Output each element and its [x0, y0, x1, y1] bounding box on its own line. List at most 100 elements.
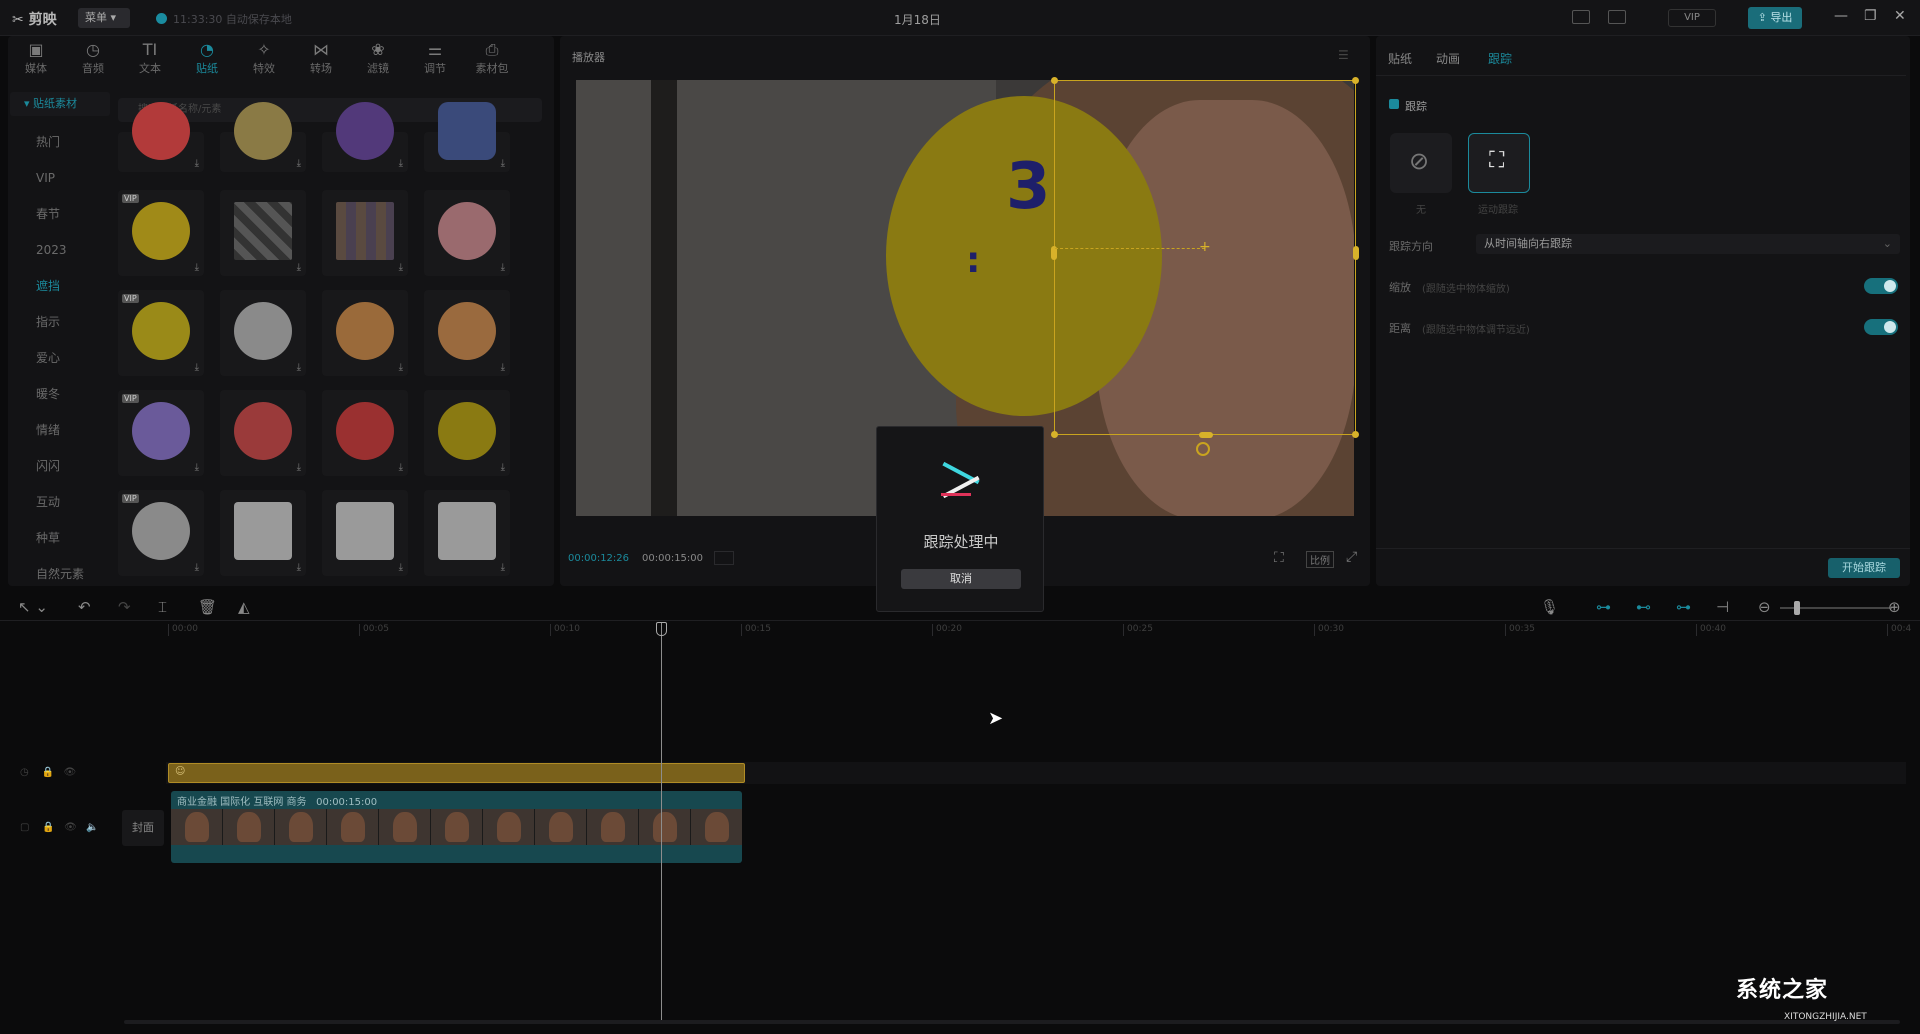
download-icon[interactable]: ⤓ [501, 462, 505, 473]
tab-media[interactable]: ▣ 媒体 [12, 40, 60, 76]
track-none-option[interactable]: ⊘ [1390, 133, 1452, 193]
tab-sticker-props[interactable]: 贴纸 [1388, 50, 1412, 67]
sticker-item[interactable]: ⤓ [118, 102, 204, 172]
track-clock-icon[interactable]: ◷ [20, 767, 29, 778]
download-icon[interactable]: ⤓ [501, 158, 505, 169]
sticker-item[interactable]: ⤓ [220, 190, 306, 276]
sticker-item[interactable]: ⤓ [220, 390, 306, 476]
resize-handle[interactable] [1051, 431, 1058, 438]
resize-handle[interactable] [1352, 77, 1359, 84]
download-icon[interactable]: ⤓ [297, 158, 301, 169]
start-tracking-button[interactable]: 开始跟踪 [1828, 558, 1900, 578]
tab-animation[interactable]: 动画 [1436, 50, 1460, 67]
distance-toggle[interactable] [1864, 319, 1898, 335]
scale-toggle[interactable] [1864, 278, 1898, 294]
download-icon[interactable]: ⤓ [501, 262, 505, 273]
track-motion-option[interactable]: ⛶ [1468, 133, 1530, 193]
resize-handle[interactable] [1199, 432, 1213, 438]
direction-select[interactable]: 从时间轴向右跟踪 ⌄ [1476, 234, 1900, 254]
download-icon[interactable]: ⤓ [195, 362, 199, 373]
mirror-icon[interactable]: ◭ [238, 598, 250, 616]
sticker-item[interactable]: ⤓ [424, 290, 510, 376]
microphone-icon[interactable]: 🎙 [1540, 598, 1559, 616]
category-item[interactable]: 闪闪 [10, 448, 110, 484]
sticker-item[interactable]: ⤓ [322, 390, 408, 476]
tab-tracking[interactable]: 跟踪 [1488, 50, 1512, 67]
category-item[interactable]: 指示 [10, 304, 110, 340]
select-tool-icon[interactable]: ↖ ⌄ [18, 598, 48, 616]
video-clip[interactable]: 商业金融 国际化 互联网 商务 00:00:15:00 [171, 791, 742, 863]
ratio-button[interactable]: 比例 [1306, 551, 1334, 568]
sticker-item[interactable]: ⤓ [220, 490, 306, 576]
timeline-scrollbar[interactable] [124, 1020, 1900, 1024]
tracking-box[interactable]: + [1051, 77, 1359, 438]
fit-screen-icon[interactable]: ⛶ [1274, 550, 1284, 566]
zoom-in-icon[interactable]: ⊕ [1888, 598, 1901, 616]
track-mute-icon[interactable]: 🔈 [86, 822, 98, 833]
tab-text[interactable]: TI 文本 [126, 40, 174, 76]
export-button[interactable]: ⇪ 导出 [1748, 7, 1802, 29]
category-item[interactable]: 2023 [10, 232, 110, 268]
fullscreen-icon[interactable]: ⤢ [1346, 549, 1357, 565]
playhead-handle[interactable] [656, 622, 667, 636]
download-icon[interactable]: ⤓ [399, 262, 403, 273]
sticker-item[interactable]: VIP ⤓ [118, 190, 204, 276]
track-lock-icon[interactable]: 🔒 [42, 822, 54, 833]
vip-badge[interactable]: VIP [1668, 9, 1716, 27]
sticker-item[interactable]: ⤓ [220, 102, 306, 172]
sticker-item[interactable]: ⤓ [322, 490, 408, 576]
category-item[interactable]: 暖冬 [10, 376, 110, 412]
sticker-clip[interactable]: ☺ [168, 763, 745, 783]
download-icon[interactable]: ⤓ [297, 562, 301, 573]
download-icon[interactable]: ⤓ [399, 158, 403, 169]
download-icon[interactable]: ⤓ [399, 462, 403, 473]
sticker-item[interactable]: ⤓ [322, 190, 408, 276]
download-icon[interactable]: ⤓ [195, 462, 199, 473]
shortcut-keyboard-icon[interactable] [1572, 10, 1590, 24]
sticker-item[interactable]: ⤓ [322, 102, 408, 172]
download-icon[interactable]: ⤓ [297, 262, 301, 273]
category-header[interactable]: ▾ 贴纸素材 [10, 92, 110, 116]
download-icon[interactable]: ⤓ [297, 362, 301, 373]
download-icon[interactable]: ⤓ [501, 562, 505, 573]
frame-grid-icon[interactable] [714, 551, 734, 565]
category-item[interactable]: 爱心 [10, 340, 110, 376]
download-icon[interactable]: ⤓ [297, 462, 301, 473]
sticker-item[interactable]: ⤓ [424, 102, 510, 172]
download-icon[interactable]: ⤓ [195, 158, 199, 169]
zoom-slider-thumb[interactable] [1794, 601, 1800, 615]
tab-audio[interactable]: ◷ 音频 [69, 40, 117, 76]
zoom-out-icon[interactable]: ⊖ [1758, 598, 1771, 616]
track-lock-icon[interactable]: 🔒 [41, 767, 53, 778]
download-icon[interactable]: ⤓ [195, 562, 199, 573]
tab-package[interactable]: ⎙ 素材包 [468, 40, 516, 76]
undo-icon[interactable]: ↶ [78, 598, 91, 616]
menu-button[interactable]: 菜单 ▾ [78, 8, 130, 28]
download-icon[interactable]: ⤓ [195, 262, 199, 273]
delete-icon[interactable]: 🗑 [198, 598, 217, 616]
close-icon[interactable]: ✕ [1894, 8, 1906, 24]
sticker-item[interactable]: ⤓ [424, 390, 510, 476]
sticker-item[interactable]: ⤓ [220, 290, 306, 376]
category-item[interactable]: 热门 [10, 124, 110, 160]
playhead[interactable] [661, 622, 662, 1020]
category-item[interactable]: VIP [10, 160, 110, 196]
tab-effects[interactable]: ✧ 特效 [240, 40, 288, 76]
tab-adjust[interactable]: ⚌ 调节 [411, 40, 459, 76]
link-icon[interactable]: ⊷ [1636, 598, 1651, 616]
download-icon[interactable]: ⤓ [399, 362, 403, 373]
sticker-item[interactable]: VIP ⤓ [118, 490, 204, 576]
sticker-item[interactable]: VIP ⤓ [118, 290, 204, 376]
download-icon[interactable]: ⤓ [399, 562, 403, 573]
rotate-handle-icon[interactable] [1196, 442, 1210, 456]
category-item[interactable]: 互动 [10, 484, 110, 520]
tracking-checkbox[interactable] [1389, 99, 1399, 109]
track-box-icon[interactable]: ▢ [20, 822, 29, 833]
resize-handle[interactable] [1353, 246, 1359, 260]
split-icon[interactable]: ⌶ [158, 598, 167, 616]
player-menu-icon[interactable]: ☰ [1338, 48, 1349, 62]
category-item[interactable]: 春节 [10, 196, 110, 232]
timeline-ruler[interactable]: 00:00 00:05 00:10 00:15 00:20 00:25 00:3… [120, 622, 1920, 638]
resize-handle[interactable] [1051, 77, 1058, 84]
track-visibility-icon[interactable]: 👁 [64, 822, 77, 833]
